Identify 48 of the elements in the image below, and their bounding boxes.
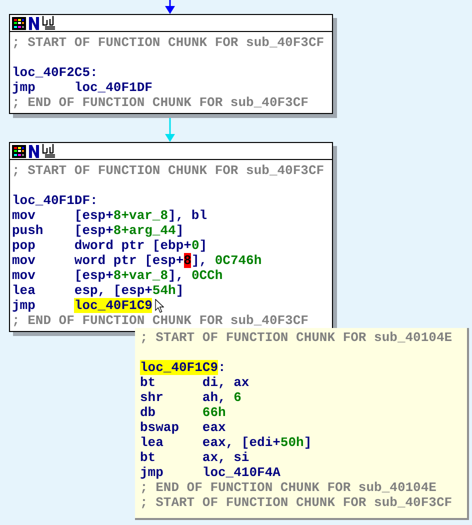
instruction-mnemonic: shr [140, 390, 164, 405]
instruction-operands: dword ptr [ebp+0] [74, 238, 208, 253]
instruction-operands: 66h [202, 405, 226, 420]
comment-line: ; END OF FUNCTION CHUNK FOR sub_40F3CF [12, 95, 308, 110]
comment-line: ; END OF FUNCTION CHUNK FOR sub_40F3CF [12, 313, 308, 328]
instruction-mnemonic: bswap [140, 420, 180, 435]
code-label: loc_40F1C9: [140, 360, 226, 375]
instruction-mnemonic: bt [140, 450, 157, 465]
instruction-operands: word ptr [esp+8], 0C746h [74, 253, 262, 268]
instruction-mnemonic: db [140, 405, 157, 420]
letter-n-icon[interactable] [29, 16, 39, 30]
instruction-mnemonic: bt [140, 375, 157, 390]
instruction-operands: eax, [edi+50h] [202, 435, 312, 450]
instruction-operands: esp, [esp+54h] [74, 283, 184, 298]
instruction-operands: loc_40F1DF [74, 80, 152, 95]
color-grid-icon[interactable] [12, 16, 26, 30]
instruction-mnemonic: mov [12, 208, 36, 223]
instruction-operands: [esp+8+var_8], bl [74, 208, 208, 223]
comment-line: ; END OF FUNCTION CHUNK FOR sub_40104E [140, 480, 436, 495]
instruction-operands: eax [202, 420, 226, 435]
instruction-operands: [esp+8+var_8], 0CCh [74, 268, 223, 283]
mouse-pointer-icon [155, 299, 164, 313]
instruction-operands: ah, 6 [202, 390, 242, 405]
code-label: loc_40F1DF: [12, 193, 98, 208]
instruction-operands: loc_40F1C9 [74, 298, 152, 313]
instruction-mnemonic: lea [140, 435, 164, 450]
instruction-mnemonic: jmp [140, 465, 164, 480]
instruction-mnemonic: mov [12, 268, 36, 283]
comment-line: ; START OF FUNCTION CHUNK FOR sub_40F3CF [12, 163, 324, 178]
instruction-mnemonic: push [12, 223, 44, 238]
graph-icon[interactable] [42, 144, 56, 158]
letter-n-icon[interactable] [29, 144, 39, 158]
instruction-mnemonic: mov [12, 253, 36, 268]
instruction-mnemonic: pop [12, 238, 36, 253]
instruction-operands: ax, si [202, 450, 250, 465]
instruction-operands: loc_410F4A [202, 465, 280, 480]
flow-arrow [165, 0, 175, 14]
comment-line: ; START OF FUNCTION CHUNK FOR sub_40F3CF [12, 35, 324, 50]
comment-line: ; START OF FUNCTION CHUNK FOR sub_40F3CF [140, 495, 452, 510]
comment-line: ; START OF FUNCTION CHUNK FOR sub_40104E [140, 330, 452, 345]
instruction-operands: [esp+8+arg_44] [74, 223, 184, 238]
instruction-mnemonic: jmp [12, 298, 36, 313]
instruction-operands: di, ax [202, 375, 250, 390]
graph-icon[interactable] [42, 16, 56, 30]
instruction-mnemonic: lea [12, 283, 36, 298]
instruction-mnemonic: jmp [12, 80, 36, 95]
code-label: loc_40F2C5: [12, 65, 98, 80]
color-grid-icon[interactable] [12, 144, 26, 158]
